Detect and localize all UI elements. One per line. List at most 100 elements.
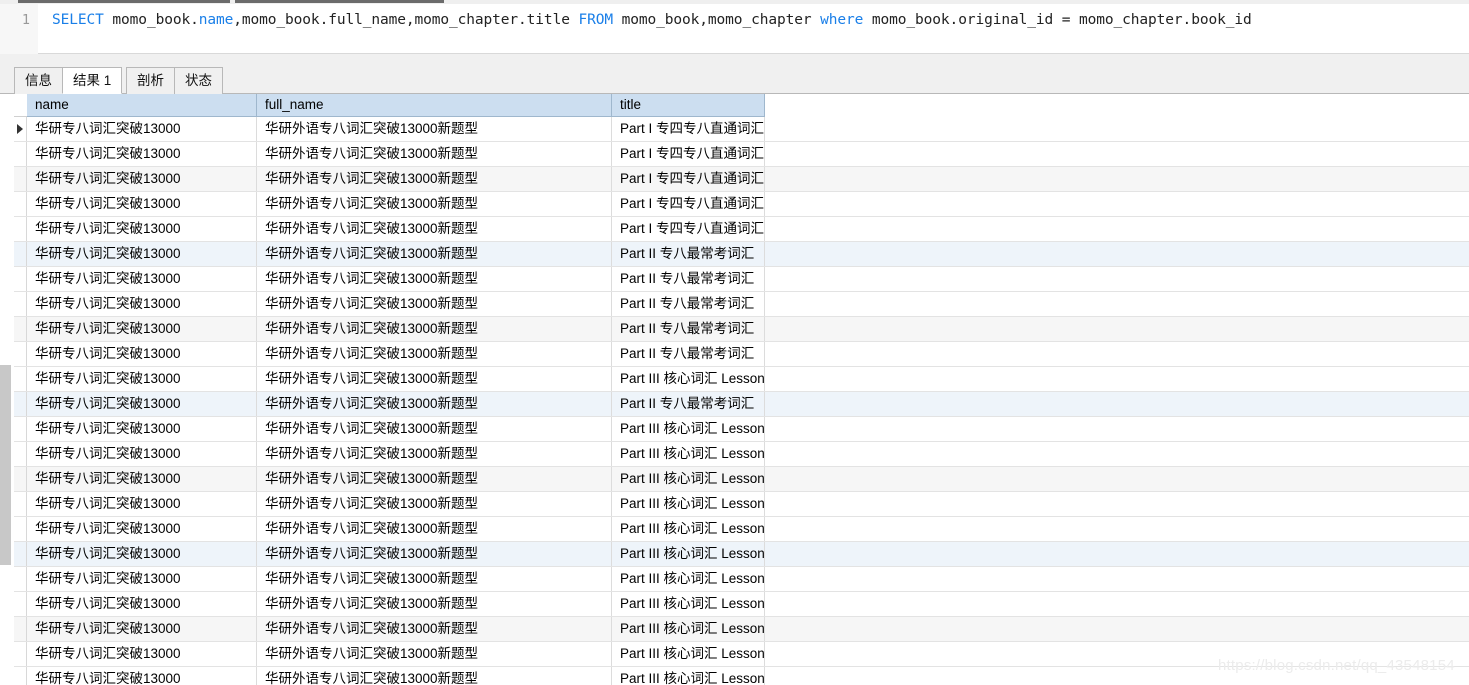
row-header-cell[interactable]: [14, 592, 27, 616]
cell-name[interactable]: 华研专八词汇突破13000: [27, 392, 257, 416]
row-header-cell[interactable]: [14, 617, 27, 641]
table-row[interactable]: 华研专八词汇突破13000 华研外语专八词汇突破13000新题型 Part I 专四…: [14, 142, 1469, 167]
cell-full_name[interactable]: 华研外语专八词汇突破13000新题型: [257, 492, 612, 516]
table-row[interactable]: 华研专八词汇突破13000 华研外语专八词汇突破13000新题型 Part I 专四…: [14, 217, 1469, 242]
cell-name[interactable]: 华研专八词汇突破13000: [27, 517, 257, 541]
tab-1-active[interactable]: 结果 1: [62, 67, 123, 94]
tab-2[interactable]: 剖析: [126, 67, 175, 94]
cell-name[interactable]: 华研专八词汇突破13000: [27, 417, 257, 441]
cell-title[interactable]: Part III 核心词汇 Lesson: [612, 617, 765, 641]
vertical-scrollbar-thumb[interactable]: [0, 365, 11, 565]
cell-title[interactable]: Part III 核心词汇 Lesson: [612, 667, 765, 685]
table-row[interactable]: 华研专八词汇突破13000 华研外语专八词汇突破13000新题型 Part II 专…: [14, 292, 1469, 317]
cell-title[interactable]: Part III 核心词汇 Lesson: [612, 367, 765, 391]
row-header-cell[interactable]: [14, 267, 27, 291]
table-row[interactable]: 华研专八词汇突破13000 华研外语专八词汇突破13000新题型 Part II 专…: [14, 392, 1469, 417]
row-header-cell[interactable]: [14, 417, 27, 441]
cell-full_name[interactable]: 华研外语专八词汇突破13000新题型: [257, 167, 612, 191]
cell-name[interactable]: 华研专八词汇突破13000: [27, 267, 257, 291]
table-row[interactable]: 华研专八词汇突破13000 华研外语专八词汇突破13000新题型 Part I 专四…: [14, 167, 1469, 192]
table-row[interactable]: 华研专八词汇突破13000 华研外语专八词汇突破13000新题型 Part I 专四…: [14, 192, 1469, 217]
cell-title[interactable]: Part II 专八最常考词汇: [612, 242, 765, 266]
cell-full_name[interactable]: 华研外语专八词汇突破13000新题型: [257, 317, 612, 341]
row-header-cell[interactable]: [14, 242, 27, 266]
table-row[interactable]: 华研专八词汇突破13000 华研外语专八词汇突破13000新题型 Part III …: [14, 517, 1469, 542]
cell-name[interactable]: 华研专八词汇突破13000: [27, 342, 257, 366]
table-row[interactable]: 华研专八词汇突破13000 华研外语专八词汇突破13000新题型 Part III …: [14, 467, 1469, 492]
cell-full_name[interactable]: 华研外语专八词汇突破13000新题型: [257, 642, 612, 666]
cell-title[interactable]: Part III 核心词汇 Lesson: [612, 417, 765, 441]
row-header-cell[interactable]: [14, 192, 27, 216]
cell-full_name[interactable]: 华研外语专八词汇突破13000新题型: [257, 342, 612, 366]
column-header-full_name[interactable]: full_name: [257, 94, 612, 117]
table-row[interactable]: 华研专八词汇突破13000 华研外语专八词汇突破13000新题型 Part III …: [14, 592, 1469, 617]
cell-title[interactable]: Part I 专四专八直通词汇: [612, 142, 765, 166]
table-row[interactable]: 华研专八词汇突破13000 华研外语专八词汇突破13000新题型 Part III …: [14, 617, 1469, 642]
table-row[interactable]: 华研专八词汇突破13000 华研外语专八词汇突破13000新题型 Part III …: [14, 492, 1469, 517]
row-header-cell[interactable]: [14, 642, 27, 666]
cell-full_name[interactable]: 华研外语专八词汇突破13000新题型: [257, 417, 612, 441]
cell-name[interactable]: 华研专八词汇突破13000: [27, 442, 257, 466]
cell-full_name[interactable]: 华研外语专八词汇突破13000新题型: [257, 392, 612, 416]
column-header-title[interactable]: title: [612, 94, 765, 117]
row-header-cell[interactable]: [14, 492, 27, 516]
cell-full_name[interactable]: 华研外语专八词汇突破13000新题型: [257, 367, 612, 391]
row-header-cell[interactable]: [14, 392, 27, 416]
cell-title[interactable]: Part I 专四专八直通词汇: [612, 192, 765, 216]
table-row[interactable]: 华研专八词汇突破13000 华研外语专八词汇突破13000新题型 Part I 专四…: [14, 117, 1469, 142]
table-row[interactable]: 华研专八词汇突破13000 华研外语专八词汇突破13000新题型 Part III …: [14, 367, 1469, 392]
cell-title[interactable]: Part I 专四专八直通词汇: [612, 217, 765, 241]
row-header-cell[interactable]: [14, 517, 27, 541]
cell-full_name[interactable]: 华研外语专八词汇突破13000新题型: [257, 517, 612, 541]
cell-full_name[interactable]: 华研外语专八词汇突破13000新题型: [257, 117, 612, 141]
cell-title[interactable]: Part III 核心词汇 Lesson: [612, 567, 765, 591]
table-row[interactable]: 华研专八词汇突破13000 华研外语专八词汇突破13000新题型 Part II 专…: [14, 267, 1469, 292]
cell-name[interactable]: 华研专八词汇突破13000: [27, 217, 257, 241]
row-header-cell[interactable]: [14, 292, 27, 316]
cell-title[interactable]: Part I 专四专八直通词汇: [612, 167, 765, 191]
cell-full_name[interactable]: 华研外语专八词汇突破13000新题型: [257, 442, 612, 466]
cell-name[interactable]: 华研专八词汇突破13000: [27, 642, 257, 666]
cell-title[interactable]: Part III 核心词汇 Lesson: [612, 467, 765, 491]
cell-title[interactable]: Part II 专八最常考词汇: [612, 292, 765, 316]
cell-name[interactable]: 华研专八词汇突破13000: [27, 117, 257, 141]
cell-name[interactable]: 华研专八词汇突破13000: [27, 542, 257, 566]
cell-title[interactable]: Part III 核心词汇 Lesson: [612, 442, 765, 466]
cell-title[interactable]: Part III 核心词汇 Lesson: [612, 542, 765, 566]
cell-full_name[interactable]: 华研外语专八词汇突破13000新题型: [257, 467, 612, 491]
cell-title[interactable]: Part III 核心词汇 Lesson: [612, 517, 765, 541]
cell-title[interactable]: Part I 专四专八直通词汇: [612, 117, 765, 141]
cell-name[interactable]: 华研专八词汇突破13000: [27, 667, 257, 685]
row-header-cell[interactable]: [14, 442, 27, 466]
cell-title[interactable]: Part II 专八最常考词汇: [612, 392, 765, 416]
cell-name[interactable]: 华研专八词汇突破13000: [27, 242, 257, 266]
cell-title[interactable]: Part II 专八最常考词汇: [612, 267, 765, 291]
table-row[interactable]: 华研专八词汇突破13000 华研外语专八词汇突破13000新题型 Part II 专…: [14, 317, 1469, 342]
column-header-name[interactable]: name: [27, 94, 257, 117]
cell-full_name[interactable]: 华研外语专八词汇突破13000新题型: [257, 142, 612, 166]
table-row[interactable]: 华研专八词汇突破13000 华研外语专八词汇突破13000新题型 Part III …: [14, 442, 1469, 467]
table-row[interactable]: 华研专八词汇突破13000 华研外语专八词汇突破13000新题型 Part III …: [14, 567, 1469, 592]
row-header-cell[interactable]: [14, 542, 27, 566]
row-header-cell[interactable]: [14, 367, 27, 391]
cell-full_name[interactable]: 华研外语专八词汇突破13000新题型: [257, 542, 612, 566]
row-header-cell[interactable]: [14, 167, 27, 191]
cell-title[interactable]: Part II 专八最常考词汇: [612, 317, 765, 341]
results-grid[interactable]: name full_name title 华研专八词汇突破13000 华研外语专八词汇…: [0, 94, 1469, 685]
row-header-cell[interactable]: [14, 467, 27, 491]
cell-title[interactable]: Part III 核心词汇 Lesson: [612, 492, 765, 516]
cell-name[interactable]: 华研专八词汇突破13000: [27, 567, 257, 591]
cell-title[interactable]: Part II 专八最常考词汇: [612, 342, 765, 366]
cell-full_name[interactable]: 华研外语专八词汇突破13000新题型: [257, 567, 612, 591]
cell-title[interactable]: Part III 核心词汇 Lesson: [612, 592, 765, 616]
cell-name[interactable]: 华研专八词汇突破13000: [27, 192, 257, 216]
row-header-cell[interactable]: [14, 317, 27, 341]
row-header-cell[interactable]: [14, 142, 27, 166]
row-header-cell[interactable]: [14, 667, 27, 685]
row-header-cell[interactable]: [14, 117, 27, 141]
cell-full_name[interactable]: 华研外语专八词汇突破13000新题型: [257, 667, 612, 685]
cell-title[interactable]: Part III 核心词汇 Lesson: [612, 642, 765, 666]
tab-3[interactable]: 状态: [174, 67, 223, 94]
table-row[interactable]: 华研专八词汇突破13000 华研外语专八词汇突破13000新题型 Part III …: [14, 417, 1469, 442]
cell-name[interactable]: 华研专八词汇突破13000: [27, 367, 257, 391]
